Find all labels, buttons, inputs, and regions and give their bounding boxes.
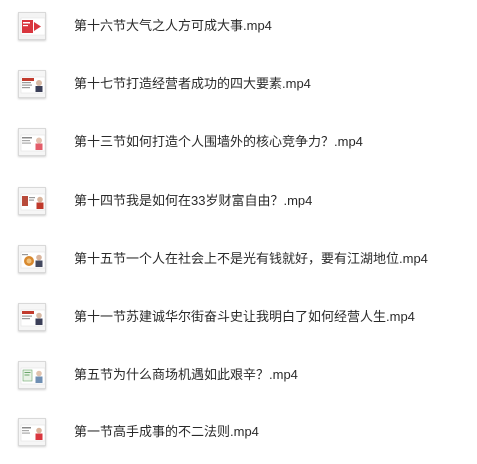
file-item[interactable]: 第十六节大气之人方可成大事.mp4 (0, 6, 477, 46)
file-name: 第十六节大气之人方可成大事.mp4 (74, 18, 272, 33)
file-item[interactable]: 第十七节打造经营者成功的四大要素.mp4 (0, 64, 477, 104)
file-item[interactable]: 第五节为什么商场机遇如此艰辛？.mp4 (0, 355, 477, 395)
file-name: 第一节高手成事的不二法则.mp4 (74, 424, 259, 439)
video-thumbnail-icon (18, 418, 46, 446)
file-name: 第十七节打造经营者成功的四大要素.mp4 (74, 76, 311, 91)
video-thumbnail-icon (18, 70, 46, 98)
file-item[interactable]: 第十三节如何打造个人围墙外的核心竞争力？.mp4 (0, 122, 477, 162)
file-name: 第十一节苏建诚华尔街奋斗史让我明白了如何经营人生.mp4 (74, 309, 415, 324)
video-thumbnail-icon (18, 12, 46, 40)
video-thumbnail-icon (18, 128, 46, 156)
video-thumbnail-icon (18, 245, 46, 273)
file-item[interactable]: 第十五节一个人在社会上不是光有钱就好，要有江湖地位.mp4 (0, 239, 477, 279)
file-name: 第十四节我是如何在33岁财富自由？.mp4 (74, 193, 313, 208)
video-thumbnail-icon (18, 303, 46, 331)
video-thumbnail-icon (18, 187, 46, 215)
file-name: 第十五节一个人在社会上不是光有钱就好，要有江湖地位.mp4 (74, 251, 428, 266)
file-list: 第十六节大气之人方可成大事.mp4 第十七节打造经营者成功的四大要素.mp4 第… (0, 0, 477, 464)
file-name: 第五节为什么商场机遇如此艰辛？.mp4 (74, 367, 298, 382)
file-item[interactable]: 第十一节苏建诚华尔街奋斗史让我明白了如何经营人生.mp4 (0, 297, 477, 337)
file-item[interactable]: 第十四节我是如何在33岁财富自由？.mp4 (0, 181, 477, 221)
file-item[interactable]: 第一节高手成事的不二法则.mp4 (0, 412, 477, 452)
file-name: 第十三节如何打造个人围墙外的核心竞争力？.mp4 (74, 134, 363, 149)
video-thumbnail-icon (18, 361, 46, 389)
